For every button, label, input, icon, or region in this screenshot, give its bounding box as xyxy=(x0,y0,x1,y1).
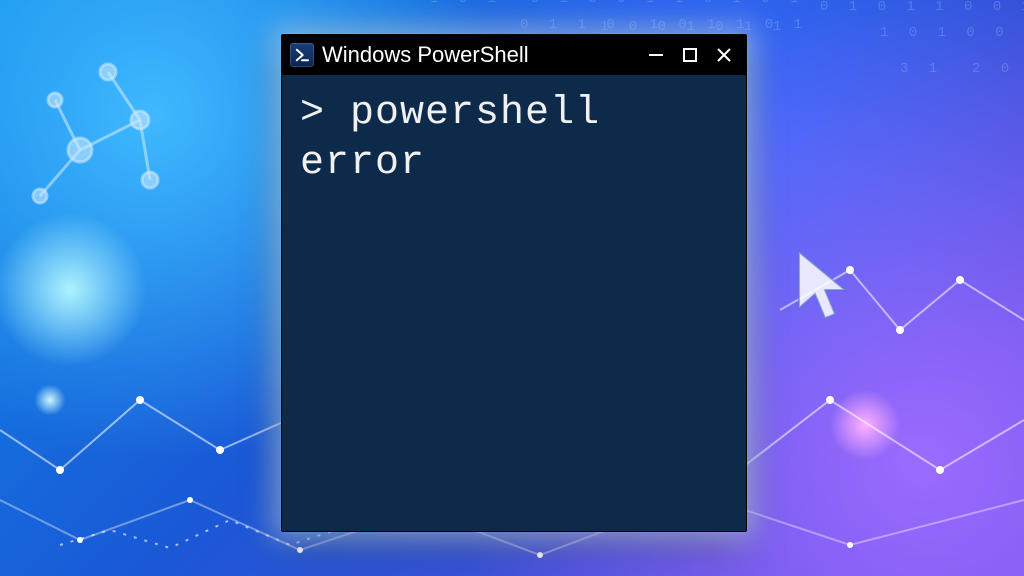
terminal-line: powershell xyxy=(350,91,600,136)
maximize-button[interactable] xyxy=(674,39,706,71)
window-controls xyxy=(640,39,740,71)
close-button[interactable] xyxy=(708,39,740,71)
minimize-button[interactable] xyxy=(640,39,672,71)
prompt-symbol: > xyxy=(300,91,325,136)
titlebar[interactable]: Windows PowerShell xyxy=(282,35,746,75)
powershell-icon xyxy=(290,43,314,67)
terminal-line: error xyxy=(300,141,425,186)
powershell-window[interactable]: Windows PowerShell > powershell error xyxy=(281,34,747,532)
window-title: Windows PowerShell xyxy=(322,42,632,68)
terminal-body[interactable]: > powershell error xyxy=(282,75,746,531)
